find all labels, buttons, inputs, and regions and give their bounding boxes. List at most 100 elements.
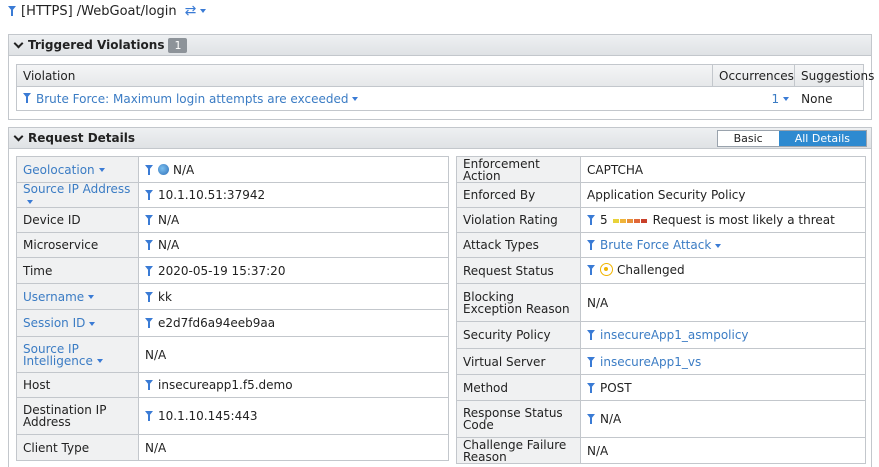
detail-label: Client Type xyxy=(16,434,139,461)
filter-icon[interactable] xyxy=(587,356,595,367)
detail-value: N/A xyxy=(580,283,866,322)
all-details-button[interactable]: All Details xyxy=(778,130,866,146)
detail-label: Violation Rating xyxy=(456,207,581,233)
detail-label: Device ID xyxy=(16,207,139,233)
caret-down-icon[interactable] xyxy=(200,9,207,13)
filter-icon[interactable] xyxy=(145,411,153,421)
filter-icon[interactable] xyxy=(145,380,153,390)
details-toggle: Basic All Details xyxy=(716,129,867,147)
filter-icon[interactable] xyxy=(145,190,153,200)
filter-icon[interactable] xyxy=(587,330,595,340)
violations-title: Triggered Violations xyxy=(28,38,165,52)
caret-down-icon[interactable] xyxy=(783,96,790,101)
filter-icon[interactable] xyxy=(145,318,153,328)
detail-row: Geolocation N/A xyxy=(16,156,449,183)
filter-icon[interactable] xyxy=(145,215,153,225)
detail-row: Destination IP Address 10.1.10.145:443 xyxy=(16,397,449,435)
detail-label: Virtual Server xyxy=(456,348,581,375)
detail-label[interactable]: Source IP Address xyxy=(16,182,139,208)
violation-cell[interactable]: Brute Force: Maximum login attempts are … xyxy=(17,87,713,110)
detail-row: Violation Rating 5 Request is most likely … xyxy=(456,207,866,233)
detail-value[interactable]: insecureApp1_asmpolicy xyxy=(580,321,866,349)
detail-value: CAPTCHA xyxy=(580,156,866,183)
rating-bar-icon xyxy=(612,213,648,225)
violations-header[interactable]: Triggered Violations 1 xyxy=(9,35,871,56)
chevron-down-icon[interactable] xyxy=(13,131,24,141)
caret-down-icon[interactable] xyxy=(89,321,96,326)
detail-label[interactable]: Session ID xyxy=(16,309,139,337)
detail-value: 10.1.10.51:37942 xyxy=(138,182,449,208)
filter-icon[interactable] xyxy=(587,265,595,275)
detail-label: Enforcement Action xyxy=(456,156,581,183)
swap-icon[interactable]: ⇄ xyxy=(185,3,197,19)
caret-down-icon[interactable] xyxy=(98,168,105,172)
detail-row: Client Type N/A xyxy=(16,434,449,461)
filter-icon[interactable] xyxy=(145,240,153,250)
detail-value[interactable]: Brute Force Attack xyxy=(580,232,866,258)
caret-down-icon[interactable] xyxy=(352,96,359,101)
caret-down-icon[interactable] xyxy=(27,199,33,204)
filter-icon[interactable] xyxy=(145,291,153,302)
violations-count-badge: 1 xyxy=(168,37,188,53)
detail-label: Response Status Code xyxy=(456,400,581,438)
detail-label: Enforced By xyxy=(456,182,581,208)
detail-row: Method POST xyxy=(456,374,866,401)
detail-label: Host xyxy=(16,372,139,398)
detail-row: Device ID N/A xyxy=(16,207,449,233)
globe-icon xyxy=(158,163,169,175)
detail-label: Security Policy xyxy=(456,321,581,349)
triggered-violations-panel: Triggered Violations 1 Violation Occurre… xyxy=(8,34,874,120)
caret-down-icon[interactable] xyxy=(88,295,95,299)
detail-label: Time xyxy=(16,257,139,284)
detail-row: Request Status Challenged xyxy=(456,257,866,284)
detail-label[interactable]: Username xyxy=(16,283,139,310)
filter-icon[interactable] xyxy=(587,414,595,424)
detail-label[interactable]: Source IP Intelligence xyxy=(16,336,139,373)
violations-table: Violation Occurrences Suggestions Brute … xyxy=(16,64,874,111)
column-suggestions[interactable]: Suggestions xyxy=(795,65,874,86)
filter-icon[interactable] xyxy=(587,214,595,225)
filter-icon[interactable] xyxy=(23,93,31,103)
column-occurrences[interactable]: Occurrences xyxy=(713,65,795,86)
detail-row: Host insecureapp1.f5.demo xyxy=(16,372,449,398)
detail-row: Security Policy insecureApp1_asmpolicy xyxy=(456,321,866,349)
filter-icon[interactable] xyxy=(145,164,153,175)
detail-value[interactable]: insecureApp1_vs xyxy=(580,348,866,375)
chevron-down-icon[interactable] xyxy=(13,38,24,48)
request-details-header[interactable]: Request Details Basic All Details xyxy=(9,128,871,149)
detail-value: N/A xyxy=(138,336,449,373)
occurrences-cell[interactable]: 1 xyxy=(713,87,795,110)
filter-icon[interactable] xyxy=(8,5,16,16)
detail-value: N/A xyxy=(138,156,449,183)
detail-label: Request Status xyxy=(456,257,581,284)
request-details-right-table: Enforcement Action CAPTCHA Enforced By App… xyxy=(456,156,866,464)
detail-value: N/A xyxy=(138,434,449,461)
filter-icon[interactable] xyxy=(587,382,595,393)
detail-value: kk xyxy=(138,283,449,310)
detail-label[interactable]: Geolocation xyxy=(16,156,139,183)
detail-row: Challenge Failure Reason N/A xyxy=(456,437,866,464)
detail-label: Method xyxy=(456,374,581,401)
caret-down-icon[interactable] xyxy=(715,243,722,248)
violation-link[interactable]: Brute Force: Maximum login attempts are … xyxy=(36,92,348,106)
column-violation[interactable]: Violation xyxy=(17,65,713,86)
detail-value: POST xyxy=(580,374,866,401)
request-details-title: Request Details xyxy=(28,131,136,145)
request-details-panel: Request Details Basic All Details Geoloc… xyxy=(8,127,872,467)
detail-row: Source IP Intelligence N/A xyxy=(16,336,449,373)
detail-value: N/A xyxy=(138,232,449,258)
detail-value: N/A xyxy=(580,437,866,464)
basic-button[interactable]: Basic xyxy=(718,131,779,146)
detail-value: 2020-05-19 15:37:20 xyxy=(138,257,449,284)
caret-down-icon[interactable] xyxy=(96,359,103,363)
detail-value: N/A xyxy=(580,400,866,438)
filter-icon[interactable] xyxy=(145,265,153,276)
detail-row: Virtual Server insecureApp1_vs xyxy=(456,348,866,375)
detail-label: Destination IP Address xyxy=(16,397,139,435)
detail-row: Enforcement Action CAPTCHA xyxy=(456,156,866,183)
suggestions-cell: None xyxy=(801,91,833,106)
occurrences-value[interactable]: 1 xyxy=(772,92,780,106)
detail-row: Response Status Code N/A xyxy=(456,400,866,438)
filter-icon[interactable] xyxy=(587,240,595,250)
detail-row: Blocking Exception Reason N/A xyxy=(456,283,866,322)
